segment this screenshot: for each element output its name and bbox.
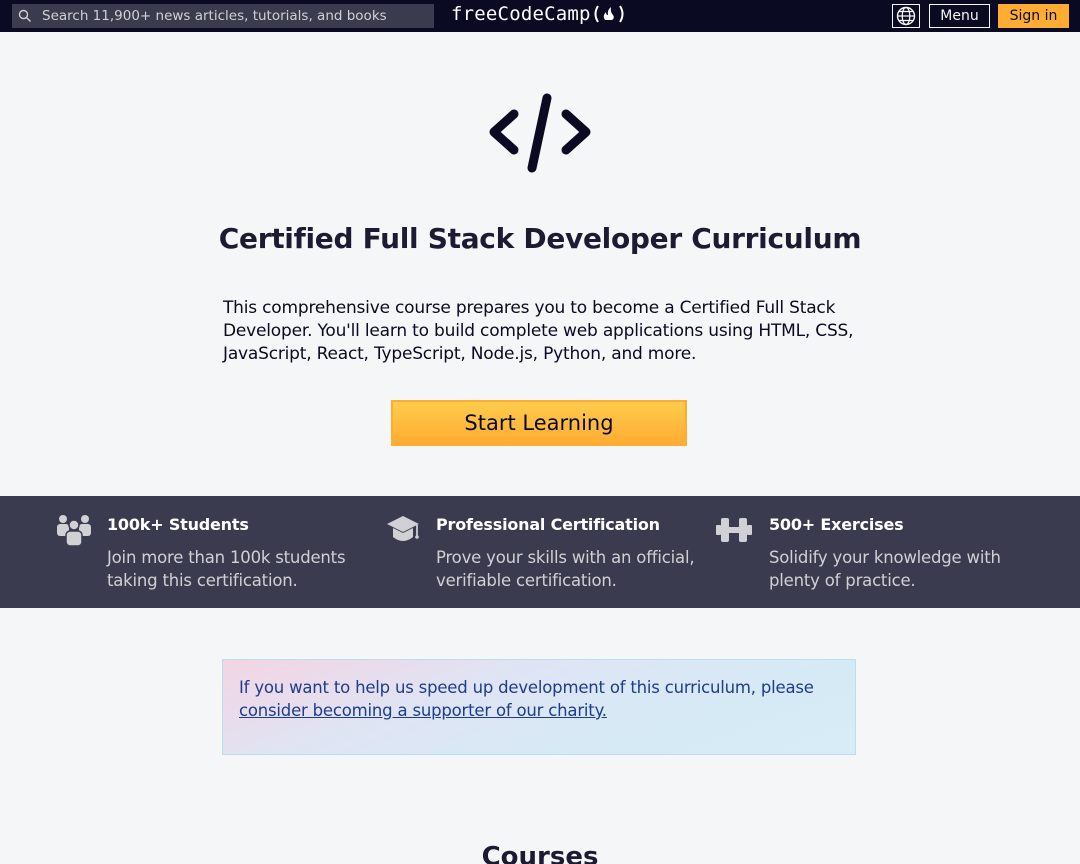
- sign-in-button[interactable]: Sign in: [998, 4, 1069, 28]
- search-icon: [18, 9, 31, 22]
- feature-description: Prove your skills with an official, veri…: [436, 548, 695, 590]
- graduation-cap-icon: [387, 516, 419, 541]
- supporter-link[interactable]: consider becoming a supporter of our cha…: [239, 701, 607, 720]
- feature-title: Professional Certification: [436, 515, 660, 534]
- course-description: This comprehensive course prepares you t…: [223, 298, 854, 364]
- code-brackets-icon: [489, 93, 591, 173]
- menu-button[interactable]: Menu: [929, 4, 990, 28]
- donation-notice: If you want to help us speed up developm…: [222, 659, 856, 755]
- flame-icon: [594, 5, 624, 23]
- globe-icon: [896, 6, 916, 26]
- logo-text: freeCodeCamp: [451, 3, 591, 25]
- fcc-logo[interactable]: freeCodeCamp: [451, 3, 626, 25]
- start-learning-button[interactable]: Start Learning: [391, 400, 687, 446]
- dumbbell-icon: [716, 518, 752, 542]
- feature-title: 500+ Exercises: [769, 515, 904, 534]
- feature-description: Solidify your knowledge with plenty of p…: [769, 548, 1001, 590]
- notice-message: If you want to help us speed up developm…: [239, 678, 814, 697]
- top-navbar: freeCodeCamp Menu Sign in: [0, 0, 1080, 32]
- notice-text: If you want to help us speed up developm…: [239, 676, 839, 722]
- feature-description: Join more than 100k students taking this…: [107, 548, 346, 590]
- language-button[interactable]: [892, 4, 920, 28]
- feature-title: 100k+ Students: [107, 515, 249, 534]
- courses-heading: Courses: [481, 842, 599, 864]
- search-bar[interactable]: [12, 4, 434, 28]
- page-title: Certified Full Stack Developer Curriculu…: [218, 222, 862, 255]
- search-input[interactable]: [42, 5, 434, 27]
- features-band: 100k+ Students Join more than 100k stude…: [0, 496, 1080, 608]
- users-icon: [57, 515, 91, 546]
